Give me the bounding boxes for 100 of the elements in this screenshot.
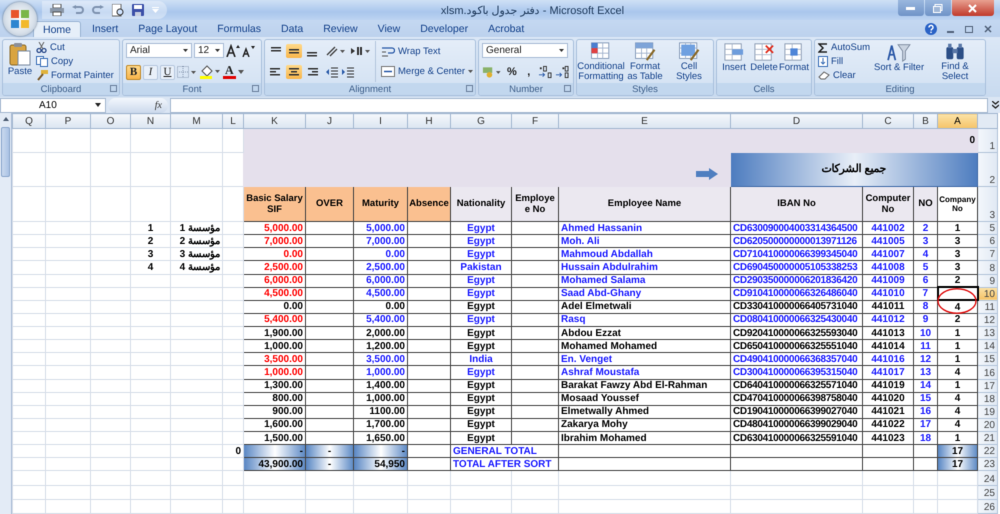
font-color-button[interactable]: A [223,65,236,80]
insert-button[interactable]: Insert [720,41,748,82]
borders-icon[interactable] [177,66,197,79]
ribbon-tab[interactable]: View [368,21,410,37]
comma-button[interactable]: , [521,64,536,80]
column-header[interactable]: K [244,114,306,129]
column-header[interactable]: N [130,114,170,129]
vertical-align-icon[interactable] [286,44,302,58]
ribbon-tab[interactable]: Insert [83,21,128,37]
table-cell: 43,900.00 [244,458,306,471]
currency-icon[interactable] [482,65,502,80]
help-icon[interactable] [925,22,937,34]
table-cell: 441008 [862,260,914,274]
column-header[interactable]: G [450,114,512,129]
fill-color-icon[interactable] [199,65,221,80]
restore-icon[interactable] [965,24,974,32]
column-header[interactable]: O [90,114,130,129]
minimize-button[interactable] [898,0,924,16]
cell-styles-button[interactable]: Cell Styles [668,41,710,82]
column-header[interactable]: J [306,114,354,129]
table-cell: 441010 [862,287,914,300]
column-title: Computer No [862,186,914,222]
bold-button[interactable]: B [126,64,141,80]
ribbon-tab[interactable]: Developer [411,21,478,37]
text-orientation-icon[interactable] [325,44,347,58]
row-header[interactable]: 2 [978,152,998,186]
ribbon-tab[interactable]: Review [314,21,367,37]
column-header[interactable]: C [862,114,914,129]
number-format-field[interactable]: General [482,43,568,58]
column-header[interactable]: H [408,114,450,129]
column-header[interactable]: F [512,114,558,129]
format-painter-button[interactable]: Format Painter [36,68,114,82]
dialog-launcher-icon[interactable] [252,85,259,92]
table-cell: 5 [914,260,938,274]
merge-center-button[interactable]: Merge & Center [381,65,474,78]
column-header[interactable]: B [914,114,938,129]
decrease-decimal-icon[interactable] [555,65,570,80]
close-button[interactable] [952,0,994,16]
table-cell: Egypt [450,405,512,418]
find-select-button[interactable]: Find & Select [928,41,982,82]
printer-icon[interactable] [50,4,64,16]
percent-button[interactable]: % [504,64,520,80]
copy-button[interactable]: Copy [36,54,114,68]
close-icon[interactable] [984,24,992,32]
table-cell: 441012 [862,313,914,327]
column-header[interactable]: M [170,114,222,129]
name-box[interactable]: A10 [0,98,106,112]
dialog-launcher-icon[interactable] [110,85,117,92]
format-button[interactable]: Format [780,41,808,82]
clear-button[interactable]: Clear [818,68,870,82]
column-header[interactable]: L [222,114,244,129]
font-size-field[interactable]: 12 [194,43,224,58]
underline-button[interactable]: U [160,64,175,80]
format-as-table-button[interactable]: Format as Table [624,41,666,82]
dialog-launcher-icon[interactable] [564,85,571,92]
vertical-scrollbar[interactable] [0,113,12,514]
shrink-font-icon[interactable] [242,44,255,58]
grow-font-icon[interactable] [226,44,240,58]
increase-decimal-icon[interactable] [538,65,554,80]
ribbon-tab[interactable]: Acrobat [479,21,534,37]
restore-button[interactable] [924,0,951,16]
increase-indent-icon[interactable] [341,64,355,79]
italic-button[interactable]: I [143,64,158,80]
wrap-text-button[interactable]: Wrap Text [381,44,474,58]
column-header[interactable]: Q [12,114,46,129]
ribbon-tab[interactable]: Data [272,21,312,37]
formula-input[interactable] [170,98,988,112]
table-cell: 4,500.00 [244,287,306,300]
ribbon-tab[interactable]: Formulas [208,21,270,37]
banner: جميع الشركات [730,152,978,186]
column-header[interactable]: A [938,114,978,129]
table-cell: 441011 [862,300,914,314]
print-preview-icon[interactable] [112,4,124,16]
dialog-launcher-icon[interactable] [466,85,473,92]
decrease-indent-icon[interactable] [325,64,339,79]
scroll-thumb[interactable] [1,127,10,177]
column-header[interactable]: E [558,114,730,129]
save-icon[interactable] [132,4,144,16]
column-header[interactable]: P [46,114,90,129]
column-header[interactable]: I [354,114,408,129]
column-header[interactable]: D [730,114,862,129]
table-cell: 2,500.00 [244,260,306,274]
autosum-button[interactable]: AutoSum [818,41,870,54]
row-header[interactable]: 3 [978,186,998,222]
delete-button[interactable]: Delete [750,41,778,82]
conditional-formatting-button[interactable]: Conditional Formatting [580,41,622,82]
table-cell: Egypt [450,274,512,288]
horizontal-align-icon[interactable] [286,64,302,79]
ribbon-tab[interactable]: Page Layout [129,21,206,37]
table-cell: 441009 [862,274,914,288]
caret-icon[interactable] [238,70,244,74]
insert-function-button[interactable]: fx [108,98,168,112]
paste-button[interactable]: Paste [6,41,34,82]
row-header[interactable]: 1 [978,128,998,153]
fill-button[interactable]: Fill [818,54,870,68]
table-cell: CD650410000066325551040 [730,340,862,353]
cut-button[interactable]: Cut [36,41,114,54]
ribbon-tab[interactable]: Home [33,21,82,37]
sort-filter-button[interactable]: Sort & Filter [872,41,926,82]
font-name-field[interactable]: Arial [126,43,192,58]
